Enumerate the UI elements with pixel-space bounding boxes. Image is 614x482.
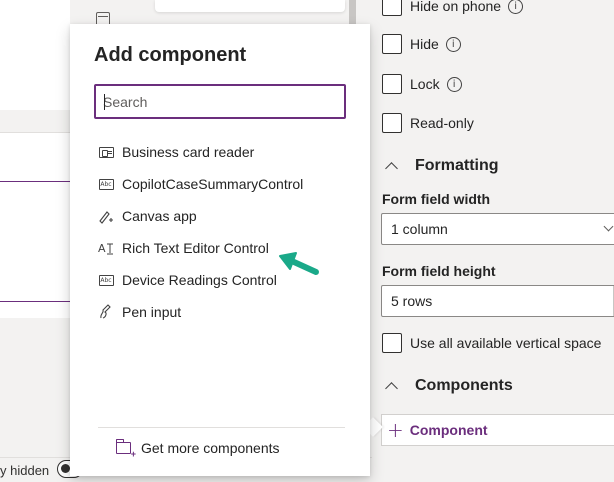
hide-on-phone-row: Hide on phone i	[382, 0, 524, 16]
formatting-heading: Formatting	[415, 157, 499, 174]
component-item-label: Canvas app	[122, 208, 197, 224]
form-field-height-label: Form field height	[382, 263, 496, 279]
use-all-space-row: Use all available vertical space	[382, 333, 601, 353]
components-section-header[interactable]: Components	[384, 377, 513, 395]
component-item-business-card-reader[interactable]: Business card reader	[98, 136, 348, 168]
canvas-app-icon	[98, 208, 114, 224]
plus-icon: +	[387, 418, 404, 442]
svg-text:A: A	[98, 242, 106, 255]
component-item-canvas-app[interactable]: Canvas app	[98, 200, 348, 232]
component-item-label: CopilotCaseSummaryControl	[122, 176, 304, 192]
component-search-input[interactable]	[96, 86, 344, 117]
chevron-up-icon	[385, 382, 398, 395]
lock-checkbox[interactable]	[382, 74, 402, 94]
get-more-components-label: Get more components	[141, 440, 280, 456]
selected-field-border-top	[0, 181, 75, 182]
add-component-button[interactable]: + Component	[381, 414, 614, 446]
hide-label: Hide	[410, 36, 439, 52]
get-more-components-link[interactable]: + Get more components	[116, 439, 280, 459]
form-field-width-label: Form field width	[382, 191, 491, 207]
add-component-flyout: Add component Business card reader Abc C…	[70, 24, 370, 476]
lock-label: Lock	[410, 76, 440, 92]
hide-checkbox[interactable]	[382, 34, 402, 54]
properties-panel: Hide on phone i Hide i Lock i Read-only …	[372, 0, 614, 482]
component-item-copilot-case-summary[interactable]: Abc CopilotCaseSummaryControl	[98, 168, 348, 200]
folder-add-icon: +	[116, 439, 136, 459]
formatting-section-header[interactable]: Formatting	[384, 157, 499, 175]
form-field-height-value: 5 rows	[391, 293, 433, 309]
form-field-height-input[interactable]: 5 rows	[381, 285, 614, 317]
card-icon	[98, 144, 114, 160]
form-section	[0, 132, 75, 318]
form-field-width-value: 1 column	[391, 221, 448, 237]
component-search-box[interactable]	[94, 84, 346, 119]
read-only-label: Read-only	[410, 115, 474, 131]
chevron-down-icon	[603, 221, 614, 232]
hide-on-phone-checkbox[interactable]	[382, 0, 402, 16]
pen-icon	[98, 304, 114, 320]
canvas-card	[0, 0, 70, 110]
hide-row: Hide i	[382, 34, 461, 54]
component-item-label: Device Readings Control	[122, 272, 277, 288]
info-icon[interactable]: i	[508, 0, 524, 14]
info-icon[interactable]: i	[446, 76, 462, 92]
component-item-label: Business card reader	[122, 144, 255, 160]
chevron-up-icon	[385, 162, 398, 175]
component-item-label: Pen input	[122, 304, 182, 320]
read-only-row: Read-only	[382, 113, 474, 133]
read-only-checkbox[interactable]	[382, 113, 402, 133]
form-field-width-dropdown[interactable]: 1 column	[381, 213, 614, 245]
use-all-space-label: Use all available vertical space	[410, 335, 602, 351]
add-component-label: Component	[409, 422, 488, 438]
component-item-label: Rich Text Editor Control	[122, 240, 269, 256]
info-icon[interactable]: i	[445, 36, 461, 52]
annotation-arrow-icon	[279, 252, 319, 275]
show-hidden-label: y hidden	[0, 463, 50, 478]
flyout-divider	[98, 427, 345, 428]
hide-on-phone-label: Hide on phone	[410, 0, 502, 14]
canvas-card-top	[155, 0, 345, 12]
abc-icon: Abc	[98, 274, 114, 286]
component-item-pen-input[interactable]: Pen input	[98, 296, 348, 328]
lock-row: Lock i	[382, 74, 462, 94]
use-all-space-checkbox[interactable]	[382, 333, 402, 353]
flyout-title: Add component	[94, 44, 247, 66]
components-heading: Components	[415, 377, 513, 394]
component-list: Business card reader Abc CopilotCaseSumm…	[98, 136, 348, 328]
selected-field-border-bottom	[0, 301, 75, 302]
text-caret	[104, 94, 105, 110]
rich-text-icon: A	[98, 240, 114, 256]
abc-icon: Abc	[98, 178, 114, 190]
